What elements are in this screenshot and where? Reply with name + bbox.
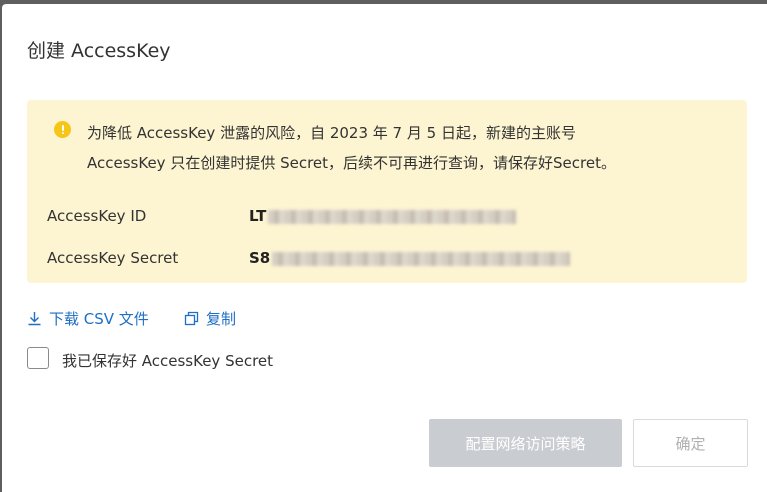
accesskey-secret-redacted (272, 251, 571, 266)
accesskey-id-value: LT (249, 207, 517, 225)
accesskey-secret-label: AccessKey Secret (47, 249, 179, 267)
copy-label: 复制 (206, 310, 237, 328)
configure-network-policy-button[interactable]: 配置网络访问策略 (429, 419, 622, 467)
dialog-title: 创建 AccessKey (27, 40, 171, 62)
warning-line-2: AccessKey 只在创建时提供 Secret，后续不可再进行查询，请保存好S… (87, 154, 616, 172)
copy-icon (184, 311, 199, 326)
download-csv-label: 下载 CSV 文件 (49, 310, 149, 328)
create-accesskey-dialog: 创建 AccessKey 为降低 AccessKey 泄露的风险，自 2023 … (2, 4, 767, 492)
saved-secret-checkbox[interactable] (27, 347, 49, 369)
accesskey-id-redacted (268, 209, 517, 224)
accesskey-id-label: AccessKey ID (47, 207, 147, 225)
download-csv-link[interactable]: 下载 CSV 文件 (27, 308, 149, 329)
accesskey-secret-value: S8 (249, 249, 571, 267)
warning-text: 为降低 AccessKey 泄露的风险，自 2023 年 7 月 5 日起，新建… (87, 118, 727, 178)
accesskey-id-prefix: LT (249, 207, 267, 225)
warning-alert: 为降低 AccessKey 泄露的风险，自 2023 年 7 月 5 日起，新建… (27, 100, 747, 283)
saved-secret-checkbox-label[interactable]: 我已保存好 AccessKey Secret (62, 350, 273, 371)
warning-icon (54, 121, 71, 138)
copy-link[interactable]: 复制 (184, 308, 236, 329)
warning-line-1: 为降低 AccessKey 泄露的风险，自 2023 年 7 月 5 日起，新建… (87, 124, 576, 142)
download-icon (28, 312, 41, 326)
accesskey-secret-prefix: S8 (249, 249, 271, 267)
ok-button[interactable]: 确定 (633, 419, 748, 467)
